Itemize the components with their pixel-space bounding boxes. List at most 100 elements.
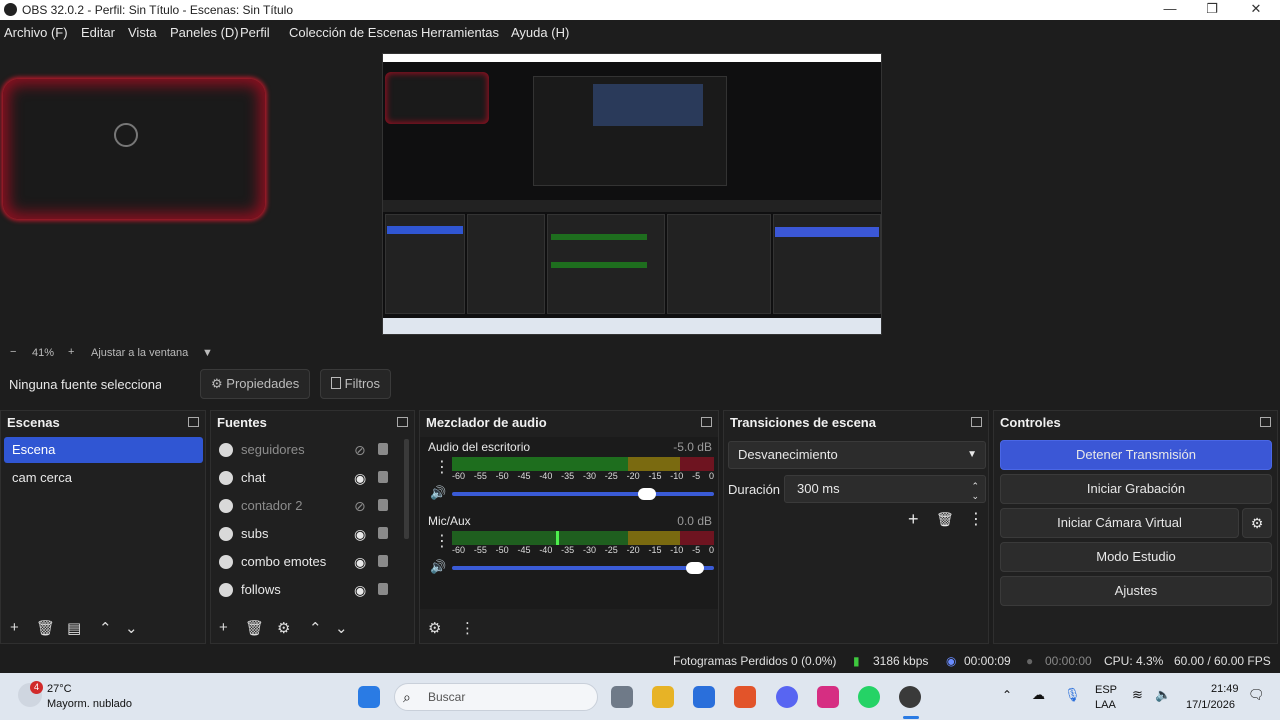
taskbar-search[interactable]: ⌕ Buscar	[394, 683, 598, 711]
dock-float-icon[interactable]	[971, 417, 982, 427]
network-tray-icon[interactable]: ☁	[1032, 687, 1045, 703]
speaker-icon[interactable]: 🔊	[430, 485, 446, 501]
maximize-button[interactable]: ❐	[1190, 0, 1234, 20]
instagram-icon[interactable]	[817, 686, 839, 708]
remove-source-icon[interactable]: 🗑	[245, 619, 264, 637]
move-down-icon[interactable]: ⌄	[335, 619, 348, 637]
weather-desc: Mayorm. nublado	[47, 698, 132, 710]
sources-footer: + 🗑 ⚙ ⌃ ⌄	[211, 613, 414, 643]
duration-spinbox[interactable]: 300 ms ⌃ ⌄	[784, 475, 986, 503]
minimize-button[interactable]: —	[1148, 0, 1192, 20]
language-top[interactable]: ESP	[1095, 684, 1117, 696]
source-item[interactable]: seguidores ⊘	[217, 437, 407, 463]
start-virtual-camera-button[interactable]: Iniciar Cámara Virtual	[1000, 508, 1239, 538]
transition-select[interactable]: Desvanecimiento ▼	[728, 441, 986, 469]
discord-icon[interactable]	[776, 686, 798, 708]
file-explorer-icon[interactable]	[652, 686, 674, 708]
task-view-icon[interactable]	[611, 686, 633, 708]
remove-scene-icon[interactable]: 🗑	[36, 619, 55, 637]
zoom-out-button[interactable]: −	[10, 346, 16, 358]
menu-herramientas[interactable]: Herramientas	[421, 25, 499, 40]
clock-time[interactable]: 21:49	[1211, 683, 1239, 695]
dock-float-icon[interactable]	[1260, 417, 1271, 427]
scene-item[interactable]: Escena	[4, 437, 203, 463]
spin-down-icon[interactable]: ⌄	[971, 483, 979, 509]
volume-slider[interactable]	[452, 562, 714, 574]
filters-button[interactable]: Filtros	[320, 369, 392, 399]
eye-hidden-icon[interactable]: ⊘	[354, 493, 366, 519]
eye-icon[interactable]: ◉	[354, 549, 366, 575]
speaker-icon[interactable]: 🔊	[430, 559, 446, 575]
lock-icon[interactable]	[378, 443, 388, 455]
lock-icon[interactable]	[378, 499, 388, 511]
remove-transition-icon[interactable]: 🗑	[936, 511, 954, 528]
store-icon[interactable]	[693, 686, 715, 708]
eye-hidden-icon[interactable]: ⊘	[354, 437, 366, 463]
move-up-icon[interactable]: ⌃	[99, 619, 112, 637]
scene-item[interactable]: cam cerca	[4, 465, 203, 491]
add-scene-icon[interactable]: +	[10, 619, 19, 636]
wifi-icon[interactable]: ≋	[1132, 687, 1143, 703]
menu-ayuda[interactable]: Ayuda (H)	[511, 25, 569, 40]
menu-vista[interactable]: Vista	[128, 25, 157, 40]
dock-float-icon[interactable]	[188, 417, 199, 427]
microphone-icon[interactable]: 🎙	[1064, 687, 1081, 703]
source-item[interactable]: combo emotes ◉	[217, 549, 407, 575]
move-down-icon[interactable]: ⌄	[125, 619, 138, 637]
close-button[interactable]: ✕	[1234, 0, 1278, 20]
menu-perfil[interactable]: Perfil	[240, 25, 270, 40]
lock-icon[interactable]	[378, 471, 388, 483]
source-item[interactable]: contador 2 ⊘	[217, 493, 407, 519]
sources-scrollbar[interactable]	[404, 439, 409, 539]
menu-editar[interactable]: Editar	[81, 25, 115, 40]
preview-area[interactable]	[0, 44, 1280, 344]
slider-knob[interactable]	[638, 488, 656, 500]
source-item[interactable]: subs ◉	[217, 521, 407, 547]
brave-browser-icon[interactable]	[734, 686, 756, 708]
slider-knob[interactable]	[686, 562, 704, 574]
channel-menu-icon[interactable]: ⋮	[434, 457, 450, 477]
lock-icon[interactable]	[378, 555, 388, 567]
source-item[interactable]: chat ◉	[217, 465, 407, 491]
menu-archivo[interactable]: Archivo (F)	[4, 25, 68, 40]
sources-title: Fuentes	[217, 415, 267, 430]
volume-slider[interactable]	[452, 488, 714, 500]
add-source-icon[interactable]: +	[219, 619, 228, 636]
zoom-in-button[interactable]: +	[68, 346, 74, 358]
fit-window-label[interactable]: Ajustar a la ventana	[91, 347, 188, 359]
source-item[interactable]: follows ◉	[217, 577, 407, 603]
start-recording-button[interactable]: Iniciar Grabación	[1000, 474, 1272, 504]
menu-coleccion-escenas[interactable]: Colección de Escenas	[289, 25, 418, 40]
clock-date[interactable]: 17/1/2026	[1186, 699, 1235, 711]
eye-icon[interactable]: ◉	[354, 465, 366, 491]
zoom-dropdown-icon[interactable]: ▼	[202, 347, 213, 359]
dock-float-icon[interactable]	[397, 417, 408, 427]
lock-icon[interactable]	[378, 527, 388, 539]
obs-taskbar-icon[interactable]	[899, 686, 921, 708]
whatsapp-icon[interactable]	[858, 686, 880, 708]
menu-paneles[interactable]: Paneles (D)	[170, 25, 239, 40]
mixer-menu-icon[interactable]: ⋮	[460, 619, 475, 637]
lock-icon[interactable]	[378, 583, 388, 595]
tray-expand-icon[interactable]: ⌃	[1002, 688, 1012, 702]
stop-stream-button[interactable]: Detener Transmisión	[1000, 440, 1272, 470]
add-transition-icon[interactable]: +	[908, 509, 919, 530]
move-up-icon[interactable]: ⌃	[309, 619, 322, 637]
preview-canvas[interactable]	[382, 53, 882, 335]
eye-icon[interactable]: ◉	[354, 521, 366, 547]
virtual-camera-settings-icon[interactable]: ⚙	[1242, 508, 1272, 538]
channel-menu-icon[interactable]: ⋮	[434, 531, 450, 551]
dock-float-icon[interactable]	[701, 417, 712, 427]
language-bottom[interactable]: LAA	[1095, 699, 1116, 711]
studio-mode-button[interactable]: Modo Estudio	[1000, 542, 1272, 572]
transition-menu-icon[interactable]: ⋮	[968, 509, 984, 529]
advanced-audio-icon[interactable]: ⚙	[428, 619, 441, 637]
notification-icon[interactable]: 🗨	[1248, 687, 1265, 703]
volume-icon[interactable]: 🔈	[1155, 687, 1171, 703]
source-settings-icon[interactable]: ⚙	[277, 619, 290, 637]
scene-filters-icon[interactable]: ▤	[67, 619, 81, 637]
eye-icon[interactable]: ◉	[354, 577, 366, 603]
settings-button[interactable]: Ajustes	[1000, 576, 1272, 606]
properties-button[interactable]: ⚙ Propiedades	[200, 369, 311, 399]
windows-start-icon[interactable]	[358, 686, 380, 708]
